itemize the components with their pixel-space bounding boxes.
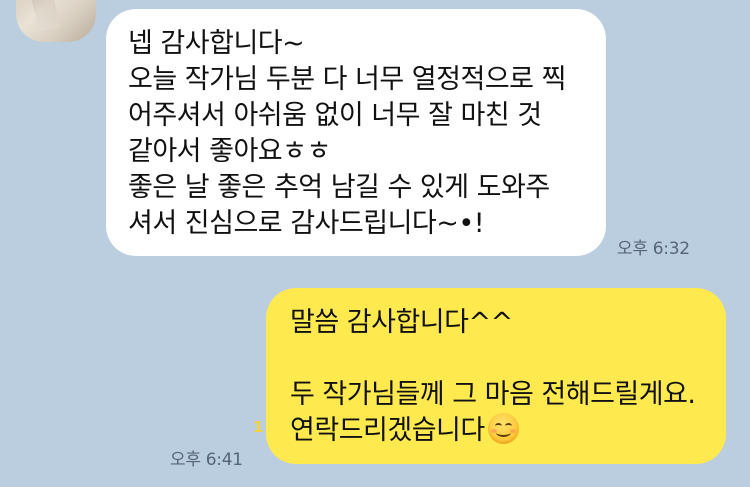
sent-message-time: 오후 6:41 [170,450,243,470]
message-line: 좋은 날 좋은 추억 남길 수 있게 도와주 [128,172,550,203]
sent-message-bubble[interactable]: 말씀 감사합니다^^ 두 작가님들께 그 마음 전해드릴게요. 연락드리겠습니다 [266,288,726,464]
message-line: 오늘 작가님 두분 다 너무 열정적으로 찍 [128,64,566,95]
sender-avatar[interactable] [16,0,96,42]
message-last-line: 연락드리겠습니다 [290,413,714,449]
message-line-text: 연락드리겠습니다 [290,415,485,446]
unread-count-badge: 1 [253,418,264,436]
chat-room: 넵 감사합니다~ 오늘 작가님 두분 다 너무 열정적으로 찍 어주셔서 아쉬움… [0,0,750,487]
received-message-time: 오후 6:32 [617,239,690,259]
message-line: 셔서 진심으로 감사드립니다~•! [128,208,485,239]
message-line: 넵 감사합니다~ [128,28,305,59]
message-line: 같아서 좋아요ㅎㅎ [128,136,331,167]
received-message-bubble[interactable]: 넵 감사합니다~ 오늘 작가님 두분 다 너무 열정적으로 찍 어주셔서 아쉬움… [106,9,606,256]
message-line: 두 작가님들께 그 마음 전해드릴게요. [290,379,696,410]
message-line: 어주셔서 아쉬움 없이 너무 잘 마친 것 [128,100,542,131]
smiling-face-emoji-icon [487,413,519,444]
message-line: 말씀 감사합니다^^ [290,307,513,338]
